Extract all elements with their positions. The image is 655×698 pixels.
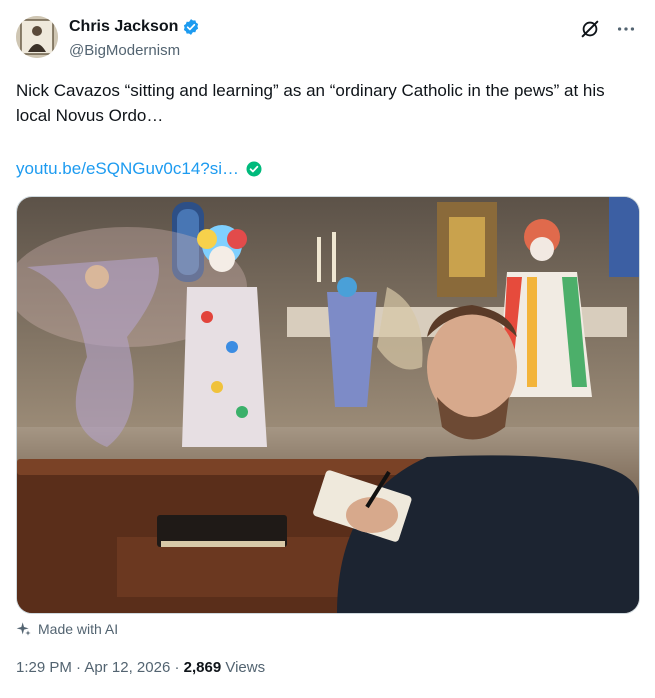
check-icon bbox=[245, 160, 263, 178]
ai-label-text: Made with AI bbox=[38, 621, 119, 637]
tweet-link[interactable]: youtu.be/eSQNGuv0c14?si… bbox=[16, 159, 239, 179]
ai-label: Made with AI bbox=[16, 621, 118, 637]
more-icon[interactable] bbox=[615, 18, 637, 40]
meta-separator: · bbox=[174, 659, 180, 676]
avatar-image bbox=[16, 16, 58, 58]
tweet-date[interactable]: Apr 12, 2026 bbox=[84, 659, 170, 676]
tweet-meta: 1:29 PM · Apr 12, 2026 · 2,869 Views bbox=[16, 659, 265, 676]
tweet-media-image[interactable] bbox=[16, 196, 640, 614]
views-count[interactable]: 2,869 bbox=[184, 659, 222, 676]
grok-icon[interactable] bbox=[579, 18, 601, 40]
views-label: Views bbox=[225, 659, 266, 676]
tweet-time[interactable]: 1:29 PM bbox=[16, 659, 72, 676]
verified-badge-icon bbox=[182, 18, 200, 36]
sparkle-icon bbox=[16, 621, 32, 637]
meta-separator: · bbox=[76, 659, 82, 676]
author-name[interactable]: Chris Jackson bbox=[69, 18, 178, 36]
avatar[interactable] bbox=[16, 16, 58, 58]
tweet-text: Nick Cavazos “sitting and learning” as a… bbox=[16, 81, 605, 125]
author-handle[interactable]: @BigModernism bbox=[69, 42, 180, 59]
